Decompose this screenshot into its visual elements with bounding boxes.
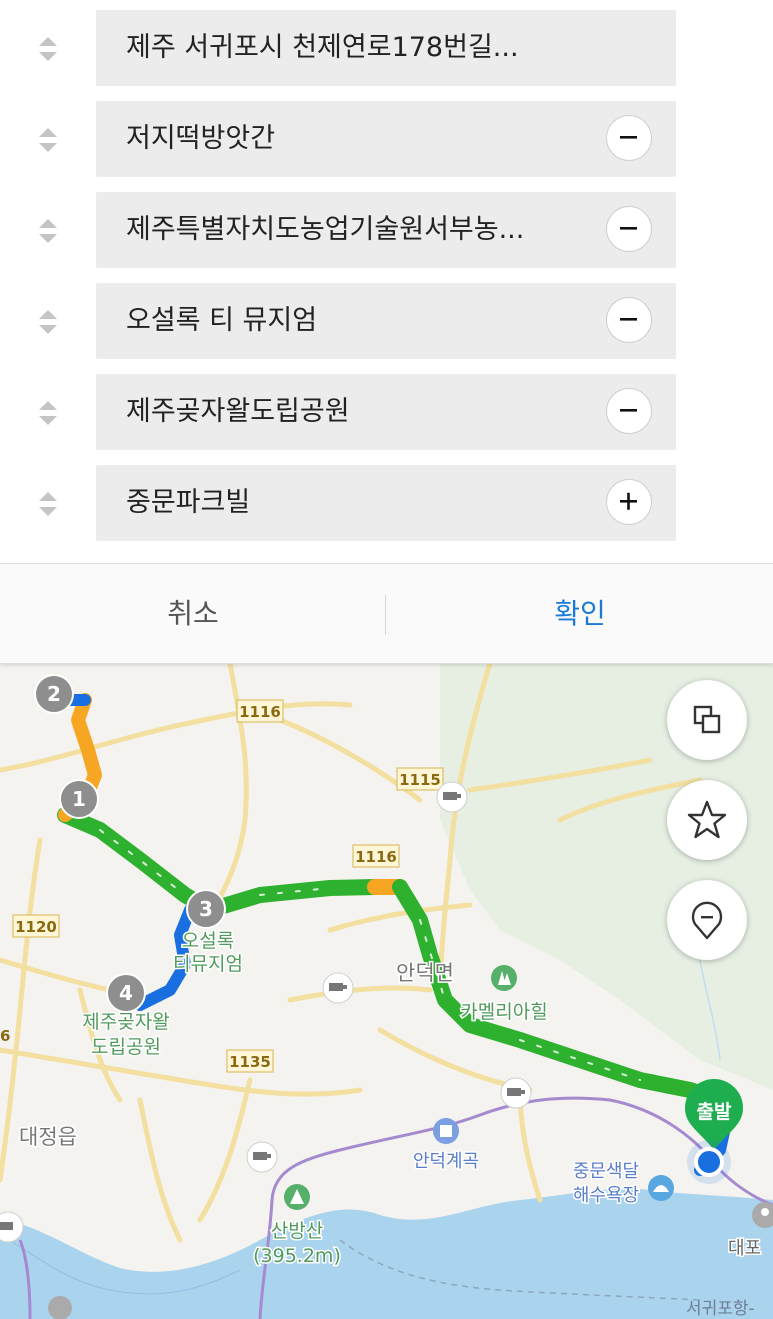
remove-waypoint-button[interactable] [606, 206, 652, 252]
drag-handle-icon[interactable] [36, 489, 60, 519]
waypoint-label: 중문파크빌 [126, 487, 251, 518]
waypoint-badge[interactable]: 2 [34, 674, 74, 714]
waypoint-label: 오설록 티 뮤지엄 [126, 305, 318, 336]
waypoint-row: 저지떡방앗간 [0, 101, 773, 177]
cctv-icon [246, 1141, 278, 1173]
waypoint-field[interactable]: 제주특별자치도농업기술원서부농... [96, 192, 676, 268]
plus-icon [620, 492, 637, 510]
cctv-icon [500, 1077, 532, 1109]
place-label: 해수욕장 [573, 1185, 639, 1206]
place-label: 대정읍 [19, 1125, 77, 1149]
action-divider [385, 595, 386, 635]
waypoint-number: 3 [199, 897, 213, 921]
drag-handle-icon[interactable] [36, 34, 60, 64]
route-map[interactable]: 1116 1115 1116 1120 1135 6 오설록 티뮤지엄 제주곶자… [0, 663, 773, 1319]
waypoint-field[interactable]: 오설록 티 뮤지엄 [96, 283, 676, 359]
start-label: 출발 [697, 1101, 732, 1123]
place-label: 중문색달 [573, 1161, 639, 1182]
place-label: 카멜리아힐 [460, 1001, 547, 1023]
current-location-icon [687, 1140, 731, 1184]
location-pin-icon [691, 901, 723, 940]
waypoint-number: 1 [72, 787, 86, 811]
facility-icon [48, 1296, 72, 1319]
remove-waypoint-button[interactable] [606, 297, 652, 343]
place-label: 제주곶자왈 [82, 1011, 169, 1033]
place-label: 안덕계곡 [413, 1151, 479, 1172]
location-button[interactable] [667, 880, 747, 960]
remove-waypoint-button[interactable] [606, 115, 652, 161]
minus-icon [620, 136, 637, 139]
waypoint-field[interactable]: 중문파크빌 [96, 465, 676, 541]
place-label: 산방산 [271, 1220, 323, 1242]
valley-icon [433, 1118, 459, 1144]
waypoint-row: 제주특별자치도농업기술원서부농... [0, 192, 773, 268]
park-icon [284, 1184, 310, 1210]
layers-icon [693, 705, 721, 734]
star-icon [687, 800, 727, 839]
minus-icon [620, 318, 637, 321]
waypoint-label: 제주곶자왈도립공원 [126, 396, 350, 427]
place-label: 오설록 [182, 930, 234, 952]
remove-waypoint-button[interactable] [606, 388, 652, 434]
waypoint-label: 저지떡방앗간 [126, 123, 276, 154]
road-number: 1120 [15, 918, 57, 936]
waypoint-list: 제주 서귀포시 천제연로178번길... 저지떡방앗간 제주특별자치도농업기술원… [0, 0, 773, 560]
layers-button[interactable] [667, 680, 747, 760]
waypoint-field[interactable]: 제주 서귀포시 천제연로178번길... [96, 10, 676, 86]
map-canvas[interactable]: 1116 1115 1116 1120 1135 6 오설록 티뮤지엄 제주곶자… [0, 663, 773, 1319]
road-number: 6 [0, 1027, 10, 1045]
place-label: 티뮤지엄 [173, 953, 243, 975]
cctv-icon [436, 781, 468, 813]
road-number: 1135 [229, 1053, 271, 1071]
park-icon [491, 965, 517, 991]
road-number: 1116 [239, 703, 281, 721]
confirm-button[interactable]: 확인 [387, 564, 773, 663]
waypoint-label: 제주특별자치도농업기술원서부농... [126, 214, 525, 245]
waypoint-badge[interactable]: 4 [106, 973, 146, 1013]
waypoint-field[interactable]: 저지떡방앗간 [96, 101, 676, 177]
place-label: 대포 [728, 1238, 761, 1259]
minus-icon [620, 409, 637, 412]
waypoint-row: 제주곶자왈도립공원 [0, 374, 773, 450]
add-waypoint-button[interactable] [606, 479, 652, 525]
waypoint-row-destination: 중문파크빌 [0, 465, 773, 541]
waypoint-row: 오설록 티 뮤지엄 [0, 283, 773, 359]
place-label: 도립공원 [91, 1036, 161, 1058]
cancel-button[interactable]: 취소 [0, 564, 386, 663]
waypoint-row-start: 제주 서귀포시 천제연로178번길... [0, 10, 773, 86]
waypoint-number: 4 [119, 981, 133, 1005]
place-label: 서귀포항- [686, 1299, 755, 1319]
drag-handle-icon[interactable] [36, 398, 60, 428]
start-marker[interactable]: 출발 [685, 1079, 743, 1150]
favorite-button[interactable] [667, 780, 747, 860]
drag-handle-icon[interactable] [36, 125, 60, 155]
road-number: 1115 [399, 771, 441, 789]
place-label: 안덕면 [396, 961, 454, 985]
waypoint-badge[interactable]: 3 [186, 889, 226, 929]
drag-handle-icon[interactable] [36, 216, 60, 246]
waypoint-badge[interactable]: 1 [59, 779, 99, 819]
waypoint-label: 제주 서귀포시 천제연로178번길... [126, 32, 519, 63]
waypoint-field[interactable]: 제주곶자왈도립공원 [96, 374, 676, 450]
place-label: (395.2m) [253, 1245, 341, 1267]
beach-icon [648, 1175, 674, 1201]
sea-area [0, 1188, 773, 1319]
waypoint-number: 2 [47, 682, 61, 706]
action-bar: 취소 확인 [0, 563, 773, 664]
minus-icon [620, 227, 637, 230]
cctv-icon [322, 972, 354, 1004]
drag-handle-icon[interactable] [36, 307, 60, 337]
road-number: 1116 [355, 848, 397, 866]
